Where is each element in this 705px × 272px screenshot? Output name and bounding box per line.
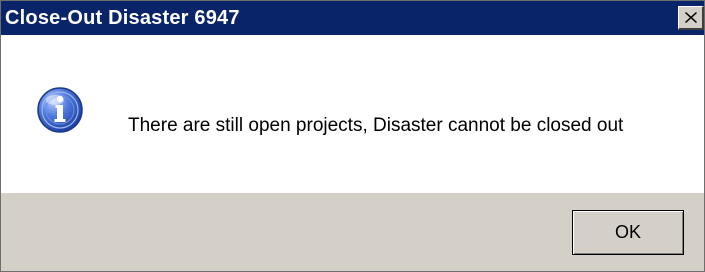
close-icon [685,12,697,23]
info-icon [36,86,84,139]
message-area: There are still open projects, Disaster … [1,35,704,193]
close-button[interactable] [678,6,704,30]
window-title: Close-Out Disaster 6947 [5,7,240,29]
ok-button[interactable]: OK [572,210,684,255]
message-text: There are still open projects, Disaster … [128,115,624,136]
message-dialog: Close-Out Disaster 6947 There are still … [0,0,705,272]
ok-button-label: OK [614,222,641,242]
title-bar[interactable]: Close-Out Disaster 6947 [1,1,704,35]
